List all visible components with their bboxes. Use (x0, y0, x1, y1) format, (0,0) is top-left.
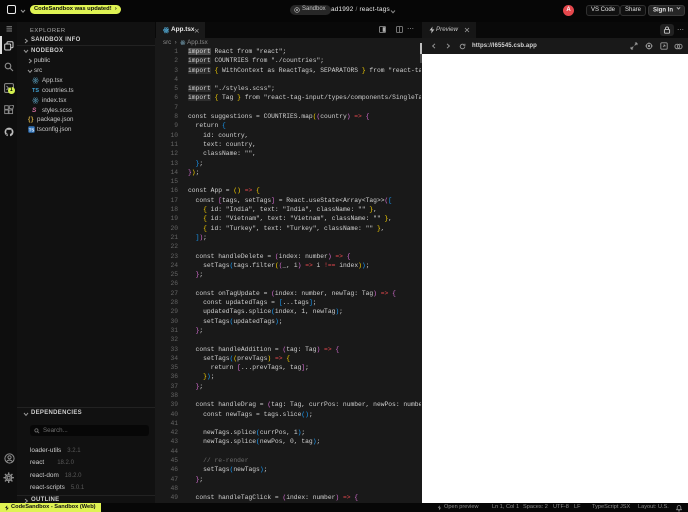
svg-text:TS: TS (29, 128, 35, 133)
